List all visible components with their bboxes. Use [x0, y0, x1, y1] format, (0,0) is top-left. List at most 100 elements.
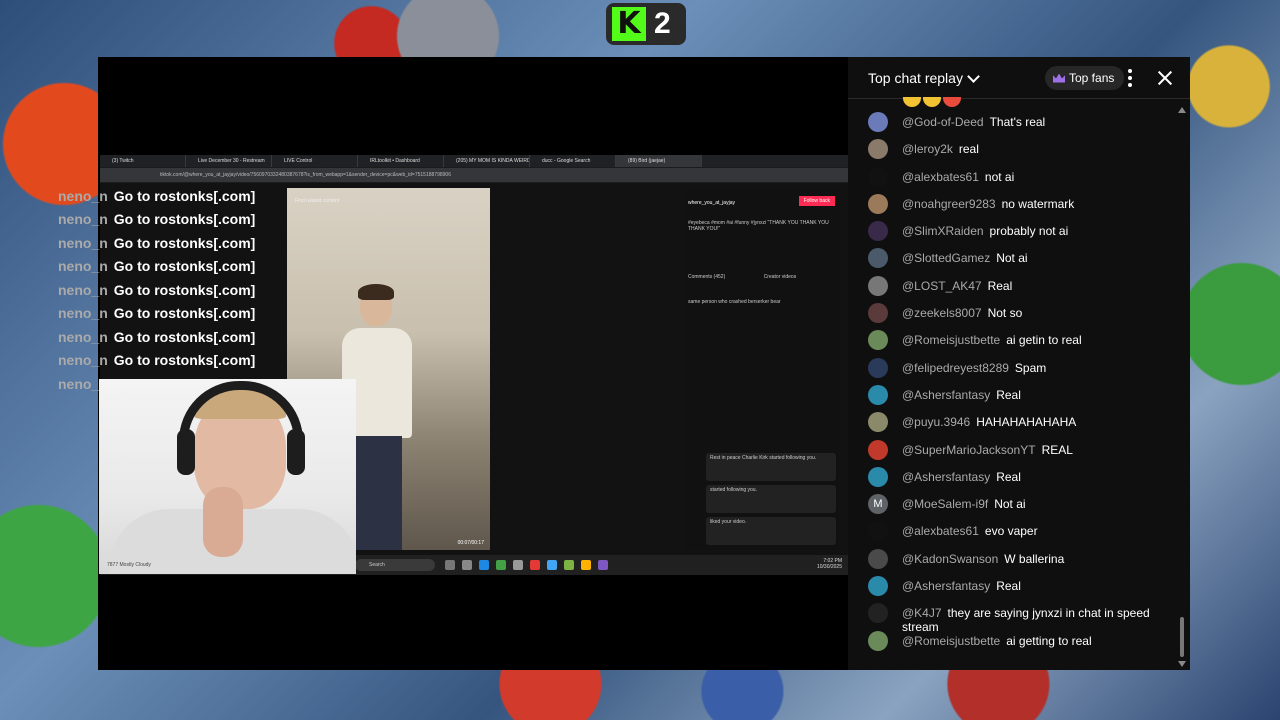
avatar[interactable]	[868, 439, 888, 460]
chat-author[interactable]: @SlimXRaiden	[902, 224, 984, 238]
taskbar-app-icon[interactable]	[530, 560, 540, 570]
avatar[interactable]	[868, 221, 888, 242]
avatar[interactable]	[868, 193, 888, 214]
chat-author[interactable]: @LOST_AK47	[902, 279, 982, 293]
chat-message[interactable]: @Ashersfantasy Real	[868, 466, 1168, 497]
avatar[interactable]	[868, 576, 888, 597]
chat-message[interactable]: @God-of-Deed That's real	[868, 112, 1168, 142]
chat-author[interactable]: @SuperMarioJacksonYT	[902, 443, 1036, 457]
avatar[interactable]	[868, 521, 888, 542]
taskbar-app-icon[interactable]	[513, 560, 523, 570]
tiktok-notification[interactable]: started following you.	[706, 485, 836, 513]
chat-author[interactable]: @Ashersfantasy	[902, 579, 990, 593]
chat-author[interactable]: @Ashersfantasy	[902, 388, 990, 402]
browser-tab[interactable]: ducc - Google Search	[530, 155, 616, 167]
browser-url-bar[interactable]: tiktok.com/@where_you_at_jayjay/video/75…	[100, 168, 848, 182]
taskbar-app-icon[interactable]	[547, 560, 557, 570]
avatar[interactable]	[868, 548, 888, 569]
chat-author[interactable]: @Ashersfantasy	[902, 470, 990, 484]
chat-author[interactable]: @noahgreer9283	[902, 197, 996, 211]
chat-message[interactable]: M @MoeSalem-i9f Not ai	[868, 494, 1168, 524]
taskbar-app-icon[interactable]	[479, 560, 489, 570]
chat-message[interactable]: @zeekels8007 Not so	[868, 303, 1168, 333]
scroll-down-icon[interactable]	[1178, 661, 1186, 667]
browser-tab-active[interactable]: (89) Bird (jaejae)	[616, 155, 702, 167]
chat-author[interactable]: @God-of-Deed	[902, 115, 984, 129]
chat-message[interactable]: @alexbates61 not ai	[868, 166, 1168, 197]
chat-message[interactable]: @felipedreyest8289 Spam	[868, 357, 1168, 388]
tiktok-notification[interactable]: Rest in peace Charlie Kirk started follo…	[706, 453, 836, 481]
chat-author[interactable]: @SlottedGamez	[902, 251, 990, 265]
avatar[interactable]	[868, 303, 888, 324]
chat-author[interactable]: @alexbates61	[902, 170, 979, 184]
chat-message[interactable]: @Ashersfantasy Real	[868, 576, 1168, 606]
chat-author[interactable]: @felipedreyest8289	[902, 361, 1009, 375]
avatar[interactable]	[868, 275, 888, 296]
tiktok-notification[interactable]: liked your video.	[706, 517, 836, 545]
avatar[interactable]	[868, 330, 888, 351]
chat-author[interactable]: @KadonSwanson	[902, 552, 998, 566]
follow-back-button[interactable]: Follow back	[798, 196, 835, 206]
chat-author[interactable]: @K4J7	[902, 606, 942, 620]
creator-videos-tab[interactable]: Creator videos	[764, 274, 797, 280]
browser-tab[interactable]: (3) Twitch	[100, 155, 186, 167]
video-label: Find related content	[295, 198, 340, 204]
chat-mode-dropdown[interactable]: Top chat replay	[868, 69, 980, 86]
chat-message[interactable]: @Ashersfantasy Real	[868, 384, 1168, 415]
chat-author[interactable]: @puyu.3946	[902, 415, 970, 429]
chat-message[interactable]: @SlottedGamez Not ai	[868, 248, 1168, 278]
taskbar-search[interactable]: Search	[355, 559, 435, 571]
chat-author[interactable]: @zeekels8007	[902, 306, 982, 320]
avatar[interactable]	[868, 357, 888, 378]
chat-message-body: @felipedreyest8289 Spam	[902, 361, 1168, 375]
browser-tab[interactable]: Live December 30 - Restream	[186, 155, 272, 167]
taskbar-app-icon[interactable]	[496, 560, 506, 570]
chat-message[interactable]: @noahgreer9283 no watermark	[868, 193, 1168, 224]
avatar[interactable]	[868, 603, 888, 624]
chat-author[interactable]: @leroy2k	[902, 142, 953, 156]
chat-author[interactable]: @Romeisjustbette	[902, 333, 1000, 347]
chat-author[interactable]: @MoeSalem-i9f	[902, 497, 988, 511]
chat-message[interactable]: @KadonSwanson W ballerina	[868, 548, 1168, 579]
scroll-thumb[interactable]	[1180, 617, 1184, 657]
taskbar-app-icon[interactable]	[445, 560, 455, 570]
close-icon[interactable]	[1156, 69, 1174, 87]
chat-message[interactable]: @SuperMarioJacksonYT REAL	[868, 439, 1168, 470]
chat-scrollbar[interactable]	[1178, 107, 1186, 667]
chat-text: Real	[996, 387, 1021, 402]
chat-message[interactable]: @K4J7 they are saying jynxzi in chat in s…	[868, 603, 1168, 634]
chat-message-body: @zeekels8007 Not so	[902, 306, 1168, 320]
avatar[interactable]	[868, 412, 888, 433]
chat-message[interactable]: @Romeisjustbette ai getting to real	[868, 631, 1168, 661]
chat-message[interactable]: @LOST_AK47 Real	[868, 275, 1168, 306]
top-fans-button[interactable]: Top fans	[1045, 66, 1125, 90]
avatar[interactable]	[868, 166, 888, 187]
chat-author[interactable]: @Romeisjustbette	[902, 634, 1000, 648]
chat-message[interactable]: @leroy2k real	[868, 139, 1168, 169]
taskbar-app-icon[interactable]	[462, 560, 472, 570]
avatar[interactable]	[868, 139, 888, 160]
avatar[interactable]: M	[868, 494, 888, 515]
browser-tab[interactable]: LIVE Control	[272, 155, 358, 167]
browser-tab[interactable]: IRLtoolkit • Dashboard	[358, 155, 444, 167]
chat-author[interactable]: @alexbates61	[902, 524, 979, 538]
taskbar-app-icon[interactable]	[581, 560, 591, 570]
chat-text: HAHAHAHAHAHA	[976, 415, 1077, 430]
chat-message[interactable]: @puyu.3946 HAHAHAHAHAHA	[868, 412, 1168, 442]
comments-tab[interactable]: Comments (452)	[688, 274, 725, 280]
chat-message[interactable]: @alexbates61 evo vaper	[868, 521, 1168, 551]
avatar[interactable]	[868, 466, 888, 487]
chat-message[interactable]: @SlimXRaiden probably not ai	[868, 221, 1168, 251]
avatar[interactable]	[868, 112, 888, 132]
avatar[interactable]	[868, 384, 888, 405]
chat-message-body: @K4J7 they are saying jynxzi in chat in s…	[902, 606, 1168, 634]
browser-tab[interactable]: (205) MY MOM IS KINDA WEIRD	[444, 155, 530, 167]
taskbar-clock[interactable]: 7:02 PM 10/30/2025	[817, 558, 842, 570]
avatar[interactable]	[868, 248, 888, 269]
scroll-up-icon[interactable]	[1178, 107, 1186, 113]
avatar[interactable]	[868, 631, 888, 652]
more-options-icon[interactable]	[1128, 69, 1132, 87]
taskbar-app-icon[interactable]	[564, 560, 574, 570]
taskbar-app-icon[interactable]	[598, 560, 608, 570]
chat-message[interactable]: @Romeisjustbette ai getin to real	[868, 330, 1168, 360]
